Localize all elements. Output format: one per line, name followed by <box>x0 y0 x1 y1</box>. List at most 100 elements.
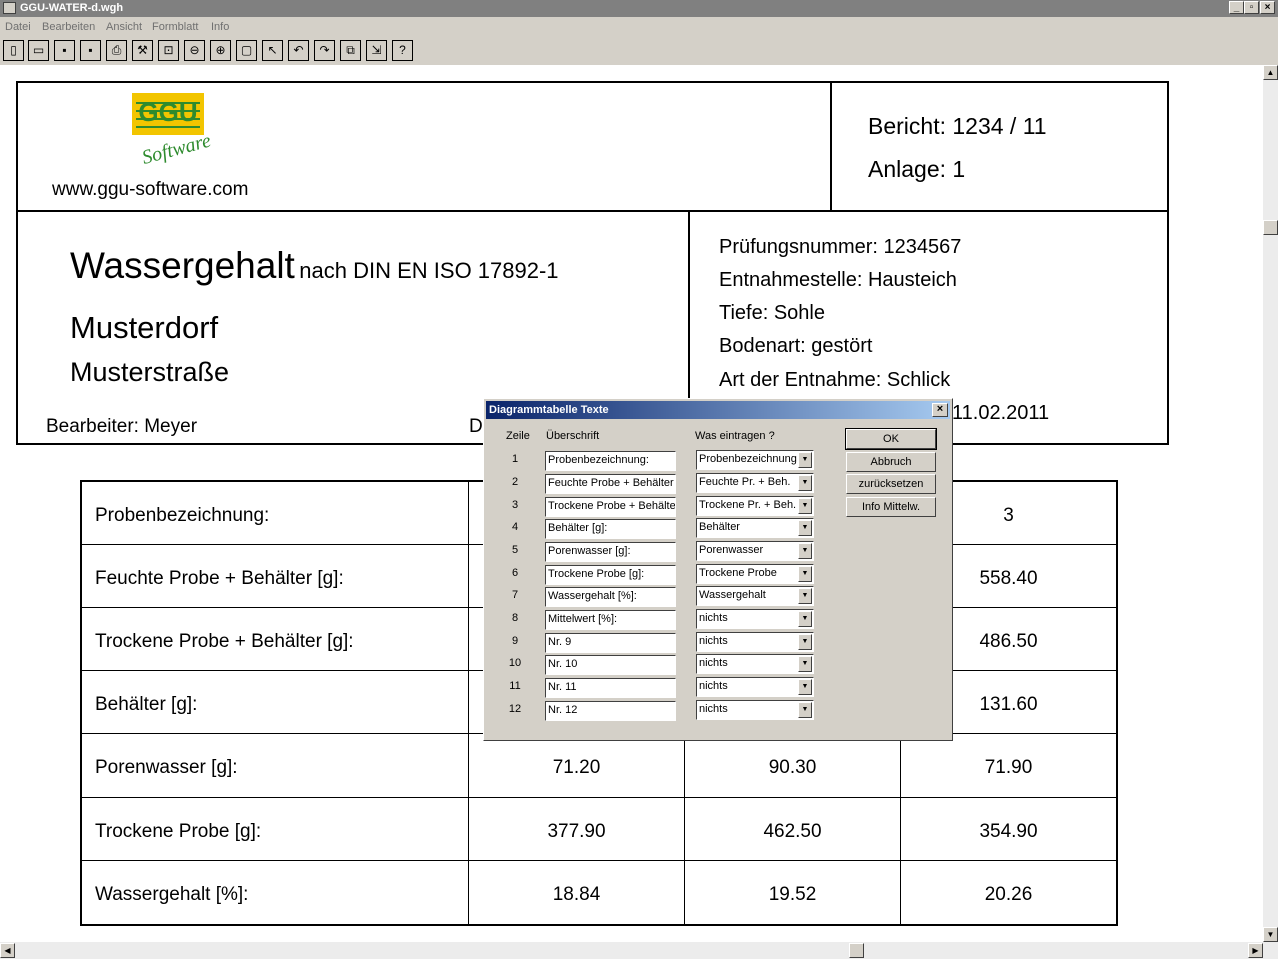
vertical-scroll-thumb[interactable] <box>1263 220 1278 235</box>
open-folder-icon[interactable]: ▭ <box>28 40 49 61</box>
menu-info[interactable]: Info <box>211 21 229 33</box>
col-header-zeile: Zeile <box>506 430 530 442</box>
content-select[interactable]: Trockene Probe ▼ <box>696 564 814 584</box>
content-select[interactable]: nichts ▼ <box>696 654 814 674</box>
fit-window-icon[interactable]: ▢ <box>236 40 257 61</box>
anlage-value: 1 <box>952 156 966 182</box>
heading-input[interactable]: Trockene Probe [g]: <box>545 565 676 585</box>
zuruecksetzen-button[interactable]: zurücksetzen <box>846 474 936 494</box>
redo-icon[interactable]: ↷ <box>314 40 335 61</box>
heading-input[interactable]: Trockene Probe + Behälte <box>545 497 676 517</box>
horizontal-scrollbar[interactable]: ◀ ▶ <box>0 942 1278 959</box>
save-as-icon[interactable]: ▪ <box>80 40 101 61</box>
undo-icon[interactable]: ↶ <box>288 40 309 61</box>
heading-input[interactable]: Nr. 12 <box>545 701 676 721</box>
bearbeiter-value: Meyer <box>144 416 198 437</box>
logo-text: GGU <box>138 97 197 127</box>
dialog-close-icon[interactable]: × <box>932 403 948 417</box>
chevron-down-icon[interactable]: ▼ <box>798 452 812 468</box>
heading-input[interactable]: Mittelwert [%]: <box>545 610 676 630</box>
content-select[interactable]: Porenwasser ▼ <box>696 541 814 561</box>
zoom-in-icon[interactable]: ⊕ <box>210 40 231 61</box>
row-label: Behälter [g]: <box>95 694 198 715</box>
content-select[interactable]: nichts ▼ <box>696 700 814 720</box>
place-name: Musterdorf <box>70 310 219 345</box>
content-select[interactable]: Trockene Pr. + Beh. ▼ <box>696 496 814 516</box>
report-title: Wassergehalt <box>70 245 295 286</box>
new-file-icon[interactable]: ▯ <box>3 40 24 61</box>
info-mittelwert-button[interactable]: Info Mittelw. <box>846 497 936 517</box>
row-label: Trockene Probe + Behälter [g]: <box>95 631 354 652</box>
chevron-down-icon[interactable]: ▼ <box>798 520 812 536</box>
header-divider <box>830 81 832 211</box>
content-select[interactable]: Feuchte Pr. + Beh. ▼ <box>696 473 814 493</box>
heading-input[interactable]: Probenbezeichnung: <box>545 451 676 471</box>
chevron-down-icon[interactable]: ▼ <box>798 611 812 627</box>
help-icon[interactable]: ? <box>392 40 413 61</box>
content-select[interactable]: nichts ▼ <box>696 677 814 697</box>
menu-formblatt[interactable]: Formblatt <box>152 21 198 33</box>
heading-input[interactable]: Wassergehalt [%]: <box>545 587 676 607</box>
menu-datei[interactable]: Datei <box>5 21 31 33</box>
content-select[interactable]: nichts ▼ <box>696 632 814 652</box>
heading-input[interactable]: Porenwasser [g]: <box>545 542 676 562</box>
diagrammtabelle-dialog: Diagrammtabelle Texte × Zeile Überschrif… <box>483 398 953 741</box>
save-icon[interactable]: ▪ <box>54 40 75 61</box>
info-pruefungsnummer: Prüfungsnummer: 1234567 <box>719 236 962 258</box>
chevron-down-icon[interactable]: ▼ <box>798 588 812 604</box>
restore-button[interactable]: ▫ <box>1244 1 1259 14</box>
col-header-was-eintragen: Was eintragen ? <box>695 430 775 442</box>
chevron-down-icon[interactable]: ▼ <box>798 634 812 650</box>
heading-input[interactable]: Nr. 11 <box>545 678 676 698</box>
scroll-down-icon[interactable]: ▼ <box>1263 927 1278 942</box>
heading-input[interactable]: Nr. 9 <box>545 633 676 653</box>
dialog-title-bar: Diagrammtabelle Texte × <box>486 401 950 419</box>
chevron-down-icon[interactable]: ▼ <box>798 656 812 672</box>
scroll-right-icon[interactable]: ▶ <box>1248 943 1263 958</box>
menu-ansicht[interactable]: Ansicht <box>106 21 142 33</box>
table-row-line <box>80 797 1118 798</box>
content-select[interactable]: Wassergehalt ▼ <box>696 586 814 606</box>
row-number: 6 <box>511 567 519 579</box>
info-datum-value: 11.02.2011 <box>952 402 1050 424</box>
report-border-left <box>16 81 18 445</box>
table-row-line <box>80 860 1118 861</box>
content-select[interactable]: Probenbezeichnung ▼ <box>696 450 814 470</box>
heading-input[interactable]: Feuchte Probe + Behälter [ <box>545 474 676 494</box>
chevron-down-icon[interactable]: ▼ <box>798 498 812 514</box>
heading-input[interactable]: Behälter [g]: <box>545 519 676 539</box>
content-select[interactable]: nichts ▼ <box>696 609 814 629</box>
zoom-out-icon[interactable]: ⊖ <box>184 40 205 61</box>
menu-bearbeiten[interactable]: Bearbeiten <box>42 21 95 33</box>
info-entnahmestelle: Entnahmestelle: Hausteich <box>719 269 957 291</box>
report-border-top <box>16 81 1169 83</box>
chevron-down-icon[interactable]: ▼ <box>798 543 812 559</box>
row-number: 11 <box>509 680 521 692</box>
minimize-button[interactable]: _ <box>1229 1 1244 14</box>
chevron-down-icon[interactable]: ▼ <box>798 702 812 718</box>
row-label: Trockene Probe [g]: <box>95 821 262 842</box>
content-select[interactable]: Behälter ▼ <box>696 518 814 538</box>
export-icon[interactable]: ⇲ <box>366 40 387 61</box>
pointer-icon[interactable]: ↖ <box>262 40 283 61</box>
chevron-down-icon[interactable]: ▼ <box>798 679 812 695</box>
horizontal-scroll-thumb[interactable] <box>849 943 864 958</box>
zoom-page-icon[interactable]: ⊡ <box>158 40 179 61</box>
copy-icon[interactable]: ⧉ <box>340 40 361 61</box>
print-icon[interactable]: ⎙ <box>106 40 127 61</box>
tool-icon[interactable]: ⚒ <box>132 40 153 61</box>
abbruch-button[interactable]: Abbruch <box>846 452 936 472</box>
bericht-line: Bericht: 1234 / 11 <box>868 113 1047 140</box>
close-button[interactable]: × <box>1260 1 1275 14</box>
cell-value: 18.84 <box>552 884 601 905</box>
chevron-down-icon[interactable]: ▼ <box>798 566 812 582</box>
bearbeiter-label: Bearbeiter: <box>46 416 139 437</box>
heading-input[interactable]: Nr. 10 <box>545 655 676 675</box>
chevron-down-icon[interactable]: ▼ <box>798 475 812 491</box>
scroll-left-icon[interactable]: ◀ <box>0 943 15 958</box>
cell-value: 71.90 <box>984 757 1033 778</box>
ok-button[interactable]: OK <box>845 428 937 450</box>
vertical-scrollbar[interactable]: ▲ ▼ <box>1263 65 1278 942</box>
dialog-title: Diagrammtabelle Texte <box>489 404 609 416</box>
scroll-up-icon[interactable]: ▲ <box>1263 65 1278 80</box>
